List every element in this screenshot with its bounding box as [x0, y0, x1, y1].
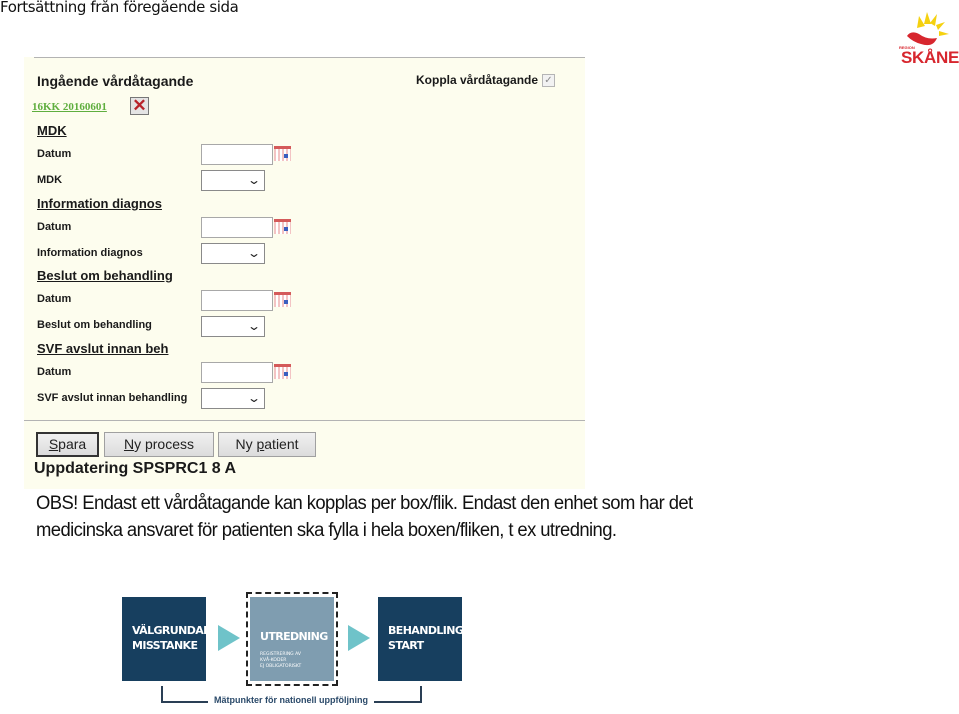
step-valgrundad-misstanke: VÄLGRUNDAD MISSTANKE [122, 597, 212, 681]
section-title-mdk: MDK [37, 123, 67, 138]
button-label: y process [134, 436, 195, 452]
calendar-icon[interactable] [274, 146, 291, 161]
koppla-checkbox[interactable]: ✓ [542, 74, 555, 87]
section-title-svf-avslut: SVF avslut innan beh [37, 341, 169, 356]
delete-button[interactable]: ✕ [130, 97, 149, 115]
calendar-icon[interactable] [274, 364, 291, 379]
chevron-down-icon: ⌄ [246, 319, 262, 333]
care-commitment-link[interactable]: 16KK 20160601 [32, 101, 107, 113]
button-label: para [58, 436, 87, 452]
chevron-down-icon: ⌄ [246, 173, 262, 187]
calendar-icon[interactable] [274, 292, 291, 307]
checkmark-icon: ✓ [544, 75, 553, 86]
step-subtext-line: EJ OBLIGATORISKT [260, 664, 302, 669]
step-title-line: MISSTANKE [132, 639, 198, 652]
section-title-beslut-om-behandling: Beslut om behandling [37, 268, 173, 283]
chevron-down-icon: ⌄ [246, 246, 262, 260]
region-skane-logo: REGION SKÅNE [897, 10, 959, 70]
step-utredning: UTREDNING REGISTRERING AV KVÅ-KODER EJ O… [250, 597, 334, 681]
arrow-right-icon [218, 625, 240, 651]
select-label: Information diagnos [37, 247, 143, 259]
step-title-line: START [388, 639, 424, 652]
measurement-label: Mätpunkter för nationell uppföljning [208, 695, 374, 705]
button-label: atient [264, 436, 299, 452]
svf-select[interactable]: ⌄ [201, 388, 265, 409]
step-title-line: BEHANDLINGS- [388, 624, 475, 637]
information-diagnos-date-input[interactable] [201, 217, 273, 238]
select-label: MDK [37, 174, 63, 186]
note-text: OBS! Endast ett vårdåtagande kan kopplas… [36, 493, 693, 541]
calendar-icon[interactable] [274, 219, 291, 234]
step-title-line: UTREDNING [260, 630, 328, 643]
section-title-information-diagnos: Information diagnos [37, 196, 162, 211]
close-icon: ✕ [132, 96, 147, 115]
update-title: Uppdatering SPSPRC1 8 A [34, 460, 237, 477]
logo-skane-text: SKÅNE [901, 48, 959, 67]
form-header: Ingående vårdåtagande [37, 73, 194, 89]
divider [24, 420, 585, 421]
mdk-date-input[interactable] [201, 144, 273, 165]
step-title-line: VÄLGRUNDAD [132, 624, 212, 637]
accel-key: N [123, 436, 135, 452]
date-label: Datum [37, 221, 72, 233]
divider [34, 57, 585, 58]
select-label: Beslut om behandling [37, 319, 152, 331]
new-patient-button[interactable]: Ny patient [218, 432, 316, 457]
chevron-down-icon: ⌄ [246, 391, 262, 405]
date-label: Datum [37, 366, 72, 378]
step-subtext: REGISTRERING AV KVÅ-KODER EJ OBLIGATORIS… [260, 652, 334, 670]
new-process-button[interactable]: Ny process [104, 432, 214, 457]
logo-sun-icon [907, 12, 949, 46]
accel-key: S [48, 436, 59, 452]
information-diagnos-select[interactable]: ⌄ [201, 243, 265, 264]
mdk-select[interactable]: ⌄ [201, 170, 265, 191]
step-behandlingsstart: BEHANDLINGS- START [378, 597, 475, 681]
arrow-right-icon [348, 625, 370, 651]
svf-date-input[interactable] [201, 362, 273, 383]
form-panel: Ingående vårdåtagande Koppla vårdåtagand… [24, 57, 585, 489]
button-label: Ny [235, 436, 257, 452]
select-label: SVF avslut innan behandling [37, 392, 188, 404]
beslut-select[interactable]: ⌄ [201, 316, 265, 337]
date-label: Datum [37, 148, 72, 160]
save-button[interactable]: Spara [36, 432, 99, 457]
continued-from-previous-page: Fortsättning från föregående sida [0, 0, 239, 16]
koppla-label: Koppla vårdåtagande [416, 73, 539, 87]
beslut-date-input[interactable] [201, 290, 273, 311]
date-label: Datum [37, 293, 72, 305]
